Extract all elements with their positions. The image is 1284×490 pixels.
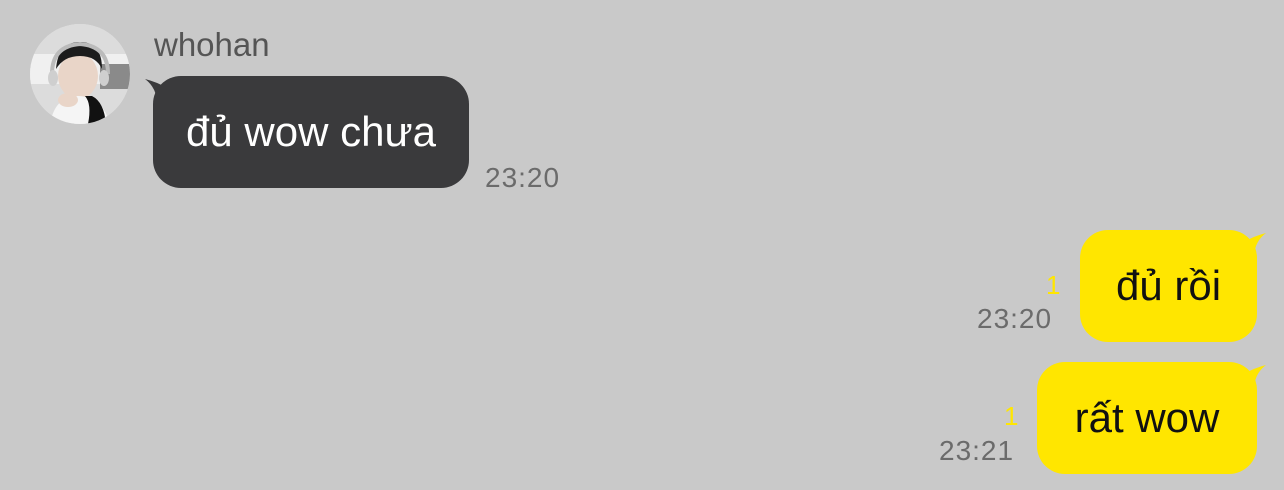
unread-count: 1 [1004,401,1019,431]
unread-count: 1 [1046,270,1061,300]
outgoing-message-time: 23:20 [977,303,1053,334]
sender-name: whohan [154,26,270,63]
outgoing-message-text: đủ rồi [1115,262,1222,309]
incoming-message-bubble[interactable]: đủ wow chưa [153,76,469,188]
outgoing-message-time: 23:21 [939,435,1015,466]
outgoing-message-bubble[interactable]: rất wow [1037,362,1257,474]
incoming-message-text: đủ wow chưa [186,108,436,155]
outgoing-message-text: rất wow [1074,394,1220,441]
outgoing-message-bubble[interactable]: đủ rồi [1080,230,1257,342]
incoming-message-time: 23:20 [485,162,561,193]
sender-avatar[interactable] [30,24,130,124]
avatar-photo [30,24,130,124]
